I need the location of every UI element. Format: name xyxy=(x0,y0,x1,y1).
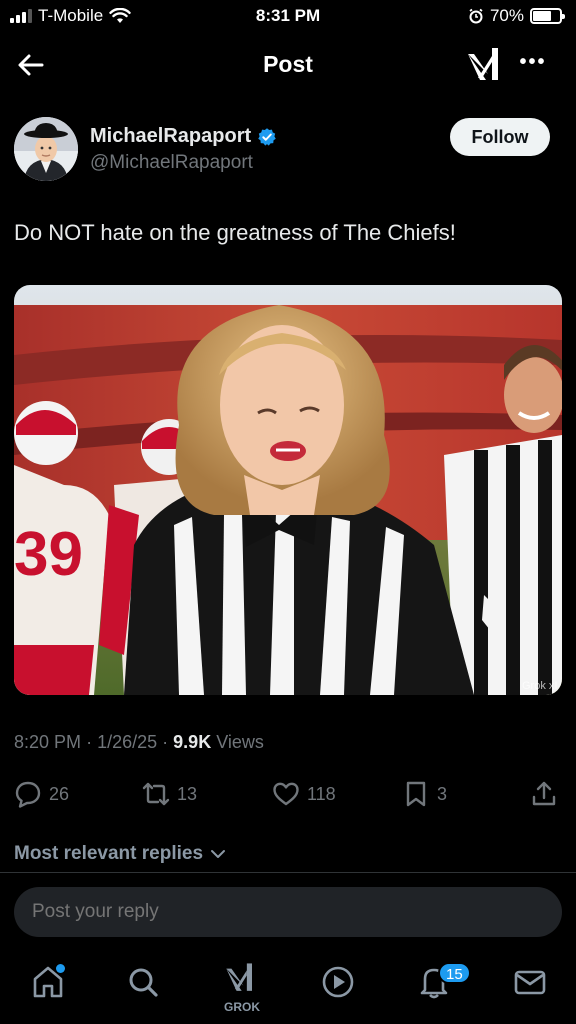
reply-count: 26 xyxy=(49,783,70,804)
grok-tab-label: GROK xyxy=(224,1000,260,1014)
chevron-down-icon xyxy=(211,850,226,858)
post-meta: 8:20 PM · 1/26/25 · 9.9K Views xyxy=(14,732,264,753)
post-text: Do NOT hate on the greatness of The Chie… xyxy=(14,220,456,245)
author-name[interactable]: MichaelRapaport xyxy=(90,125,251,148)
notifications-badge: 15 xyxy=(438,962,471,984)
bookmark-count: 3 xyxy=(437,783,448,804)
alarm-icon xyxy=(469,8,483,24)
video-tab[interactable] xyxy=(320,964,360,1004)
image-watermark: Grok xI xyxy=(522,680,557,692)
grok-tab[interactable] xyxy=(222,960,262,1000)
views-count: 9.9K xyxy=(173,732,212,752)
like-button[interactable]: 118 xyxy=(272,778,336,810)
repost-button[interactable]: 13 xyxy=(142,778,197,810)
heart-icon xyxy=(273,782,299,806)
like-count: 118 xyxy=(307,783,336,804)
more-icon[interactable]: ••• xyxy=(515,50,551,80)
views-label: Views xyxy=(216,732,264,752)
search-tab[interactable] xyxy=(125,964,165,1004)
post-actions: 26 13 118 3 xyxy=(0,778,576,812)
follow-button[interactable]: Follow xyxy=(450,118,550,156)
post-date: 1/26/25 xyxy=(97,732,158,752)
play-icon xyxy=(322,966,354,998)
messages-tab[interactable] xyxy=(512,964,552,1004)
post-time: 8:20 PM xyxy=(14,732,82,752)
reply-button[interactable]: 26 xyxy=(14,778,69,810)
grok-icon xyxy=(226,963,252,991)
post-image[interactable]: 39 Grok xI xyxy=(14,285,562,695)
home-unread-dot xyxy=(56,964,65,973)
mail-icon xyxy=(514,970,546,995)
reply-input[interactable] xyxy=(14,887,562,937)
avatar[interactable] xyxy=(14,117,78,181)
divider xyxy=(0,872,576,873)
share-button[interactable] xyxy=(530,778,558,810)
replies-sort-label: Most relevant replies xyxy=(14,843,204,864)
bookmark-button[interactable]: 3 xyxy=(402,778,447,810)
repost-icon xyxy=(142,782,170,806)
meta-separator: · xyxy=(162,732,169,752)
post-header: Post ••• xyxy=(0,36,576,94)
meta-separator: · xyxy=(86,732,93,752)
bookmark-icon xyxy=(406,781,426,807)
bottom-nav xyxy=(0,950,576,1024)
battery-percent: 70% xyxy=(489,6,524,25)
replies-sort-dropdown[interactable]: Most relevant replies xyxy=(14,843,227,865)
status-bar: T-Mobile 8:31 PM 70% xyxy=(0,0,576,34)
reply-icon xyxy=(15,781,41,808)
grok-icon[interactable] xyxy=(464,44,504,86)
share-icon xyxy=(532,781,556,806)
search-icon xyxy=(129,968,158,997)
verified-badge-icon xyxy=(258,127,276,146)
svg-text:39: 39 xyxy=(14,520,83,589)
author-handle[interactable]: @MichaelRapaport xyxy=(90,152,253,174)
repost-count: 13 xyxy=(177,783,198,804)
battery-icon xyxy=(530,8,565,24)
